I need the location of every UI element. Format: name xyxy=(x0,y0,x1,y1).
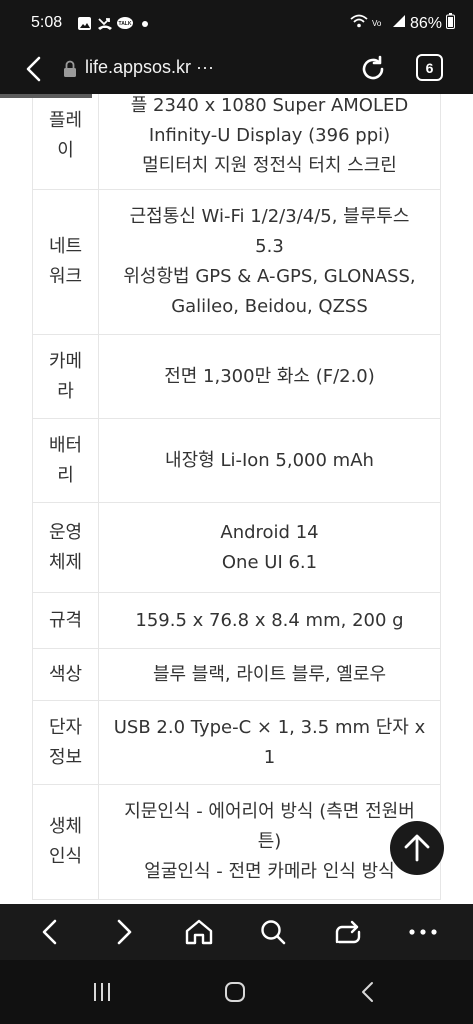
address-bar: life.appsos.kr ··· 6 xyxy=(0,46,473,94)
spec-value: 플 2340 x 1080 Super AMOLED Infinity-U Dis… xyxy=(98,94,441,190)
spec-label-line: 카메 xyxy=(48,350,83,372)
spec-value-line: Infinity-U Display (396 ppi) xyxy=(148,125,391,146)
spec-label: 생체인식 xyxy=(32,784,99,900)
spec-label: 운영체제 xyxy=(32,502,99,593)
arrow-up-icon xyxy=(404,834,430,862)
wifi-icon xyxy=(350,14,368,33)
spec-label-line: 이 xyxy=(57,140,74,161)
volte-icon: Vo xyxy=(372,15,388,33)
more-icon[interactable] xyxy=(407,916,439,948)
spec-row: 플레이 플 2340 x 1080 Super AMOLED Infinity-U … xyxy=(32,94,441,190)
browser-toolbar xyxy=(0,904,473,960)
chevron-right-icon[interactable] xyxy=(108,916,140,948)
spec-value: 블루 블랙, 라이트 블루, 옐로우 xyxy=(98,648,441,701)
gallery-icon xyxy=(77,16,92,31)
spec-value-line: 튼) xyxy=(257,831,282,852)
spec-label-line: 운영 xyxy=(48,521,83,543)
spec-row: 색상 블루 블랙, 라이트 블루, 옐로우 xyxy=(32,648,441,701)
search-icon[interactable] xyxy=(257,916,289,948)
spec-row: 단자정보 USB 2.0 Type-C × 1, 3.5 mm 단자 x 1 xyxy=(32,700,441,785)
reload-icon[interactable] xyxy=(358,54,388,84)
spec-value-line: Android 14 xyxy=(220,521,319,543)
signal-icon xyxy=(392,14,406,33)
chevron-left-icon[interactable] xyxy=(34,916,66,948)
web-content[interactable]: 플레이 플 2340 x 1080 Super AMOLED Infinity-U … xyxy=(0,94,473,904)
spec-label: 네트워크 xyxy=(32,189,99,335)
spec-row: 카메라 전면 1,300만 화소 (F/2.0) xyxy=(32,334,441,419)
spec-label: 규격 xyxy=(32,592,99,649)
spec-value-line: USB 2.0 Type-C × 1, 3.5 mm 단자 x xyxy=(113,716,426,738)
spec-label: 카메라 xyxy=(32,334,99,419)
spec-label-line: 라 xyxy=(57,380,74,402)
spec-value: 지문인식 - 에어리어 방식 (측면 전원버튼) 얼굴인식 - 전면 카메라 인식… xyxy=(98,784,441,900)
spec-label-line: 리 xyxy=(57,464,74,486)
spec-row: 배터리 내장형 Li-Ion 5,000 mAh xyxy=(32,418,441,503)
scroll-to-top-button[interactable] xyxy=(390,821,444,875)
tabs-button[interactable]: 6 xyxy=(416,54,443,81)
system-nav-bar xyxy=(0,960,473,1024)
spec-value-line: 내장형 Li-Ion 5,000 mAh xyxy=(165,449,374,471)
back-nav-icon[interactable] xyxy=(352,978,384,1006)
home-icon[interactable] xyxy=(183,916,215,948)
spec-value-line: 멀티터치 지원 정전식 터치 스크린 xyxy=(142,155,397,176)
spec-value-line: Galileo, Beidou, QZSS xyxy=(171,296,368,317)
missed-call-icon xyxy=(97,16,113,31)
spec-value: 159.5 x 76.8 x 8.4 mm, 200 g xyxy=(98,592,441,649)
recents-icon[interactable] xyxy=(86,978,118,1006)
talk-icon: TALK xyxy=(116,16,134,31)
spec-value-line: 지문인식 - 에어리어 방식 (측면 전원버 xyxy=(124,801,415,822)
url-field[interactable]: life.appsos.kr ··· xyxy=(85,57,214,78)
spec-value-line: 블루 블랙, 라이트 블루, 옐로우 xyxy=(152,663,387,685)
spec-label: 배터리 xyxy=(32,418,99,503)
spec-label-line: 네트 xyxy=(48,236,83,257)
spec-label-line: 배터 xyxy=(48,434,83,456)
status-bar: 5:08 TALK Vo 86% xyxy=(0,0,473,46)
spec-table: 플레이 플 2340 x 1080 Super AMOLED Infinity-U … xyxy=(32,94,441,900)
spec-label-line: 플레 xyxy=(48,110,83,131)
spec-value-line: 전면 1,300만 화소 (F/2.0) xyxy=(164,365,375,387)
battery-icon xyxy=(446,13,455,34)
spec-value: 내장형 Li-Ion 5,000 mAh xyxy=(98,418,441,503)
status-time: 5:08 xyxy=(31,14,63,31)
spec-label-line: 색상 xyxy=(48,663,83,685)
svg-text:TALK: TALK xyxy=(119,21,132,27)
svg-text:Vo: Vo xyxy=(372,19,382,28)
battery-level: 86% xyxy=(409,14,442,32)
spec-row: 네트워크 근접통신 Wi-Fi 1/2/3/4/5, 블루투스 5.3 위성항법 GP… xyxy=(32,189,441,335)
spec-row: 운영체제 Android 14 One UI 6.1 xyxy=(32,502,441,593)
spec-label: 단자정보 xyxy=(32,700,99,785)
spec-label-line: 생체 xyxy=(48,816,83,837)
share-icon[interactable] xyxy=(332,916,364,948)
lock-icon[interactable] xyxy=(63,60,77,78)
spec-label-line: 워크 xyxy=(48,266,83,287)
spec-label: 색상 xyxy=(32,648,99,701)
spec-value-line: 얼굴인식 - 전면 카메라 인식 방식 xyxy=(144,861,395,882)
spec-value-line: 위성항법 GPS & A-GPS, GLONASS, xyxy=(123,266,416,287)
spec-value-line: 1 xyxy=(263,746,276,768)
notification-dot-icon xyxy=(142,16,148,31)
spec-value-line: One UI 6.1 xyxy=(221,551,318,573)
spec-value: 근접통신 Wi-Fi 1/2/3/4/5, 블루투스 5.3 위성항법 GPS & … xyxy=(98,189,441,335)
spec-label: 플레이 xyxy=(32,94,99,190)
spec-value: USB 2.0 Type-C × 1, 3.5 mm 단자 x 1 xyxy=(98,700,441,785)
spec-label-line: 정보 xyxy=(48,746,83,768)
page-load-progress xyxy=(0,94,92,98)
spec-value-line: 5.3 xyxy=(255,236,284,257)
spec-row: 생체인식 지문인식 - 에어리어 방식 (측면 전원버튼) 얼굴인식 - 전면 카메… xyxy=(32,784,441,900)
back-arrow-icon[interactable] xyxy=(20,54,50,84)
spec-value-line: 근접통신 Wi-Fi 1/2/3/4/5, 블루투스 xyxy=(129,206,410,227)
spec-value-line: 159.5 x 76.8 x 8.4 mm, 200 g xyxy=(135,609,404,631)
spec-label-line: 체제 xyxy=(48,551,83,573)
spec-row: 규격 159.5 x 76.8 x 8.4 mm, 200 g xyxy=(32,592,441,649)
spec-label-line: 단자 xyxy=(48,716,83,738)
spec-value: 전면 1,300만 화소 (F/2.0) xyxy=(98,334,441,419)
spec-label-line: 인식 xyxy=(48,846,83,867)
spec-value-line: 플 2340 x 1080 Super AMOLED xyxy=(130,95,409,116)
spec-value: Android 14 One UI 6.1 xyxy=(98,502,441,593)
home-nav-icon[interactable] xyxy=(219,978,251,1006)
spec-label-line: 규격 xyxy=(48,609,83,631)
phone-screen: 5:08 TALK Vo 86% life.appsos.kr ··· 6 플레… xyxy=(0,0,473,1024)
